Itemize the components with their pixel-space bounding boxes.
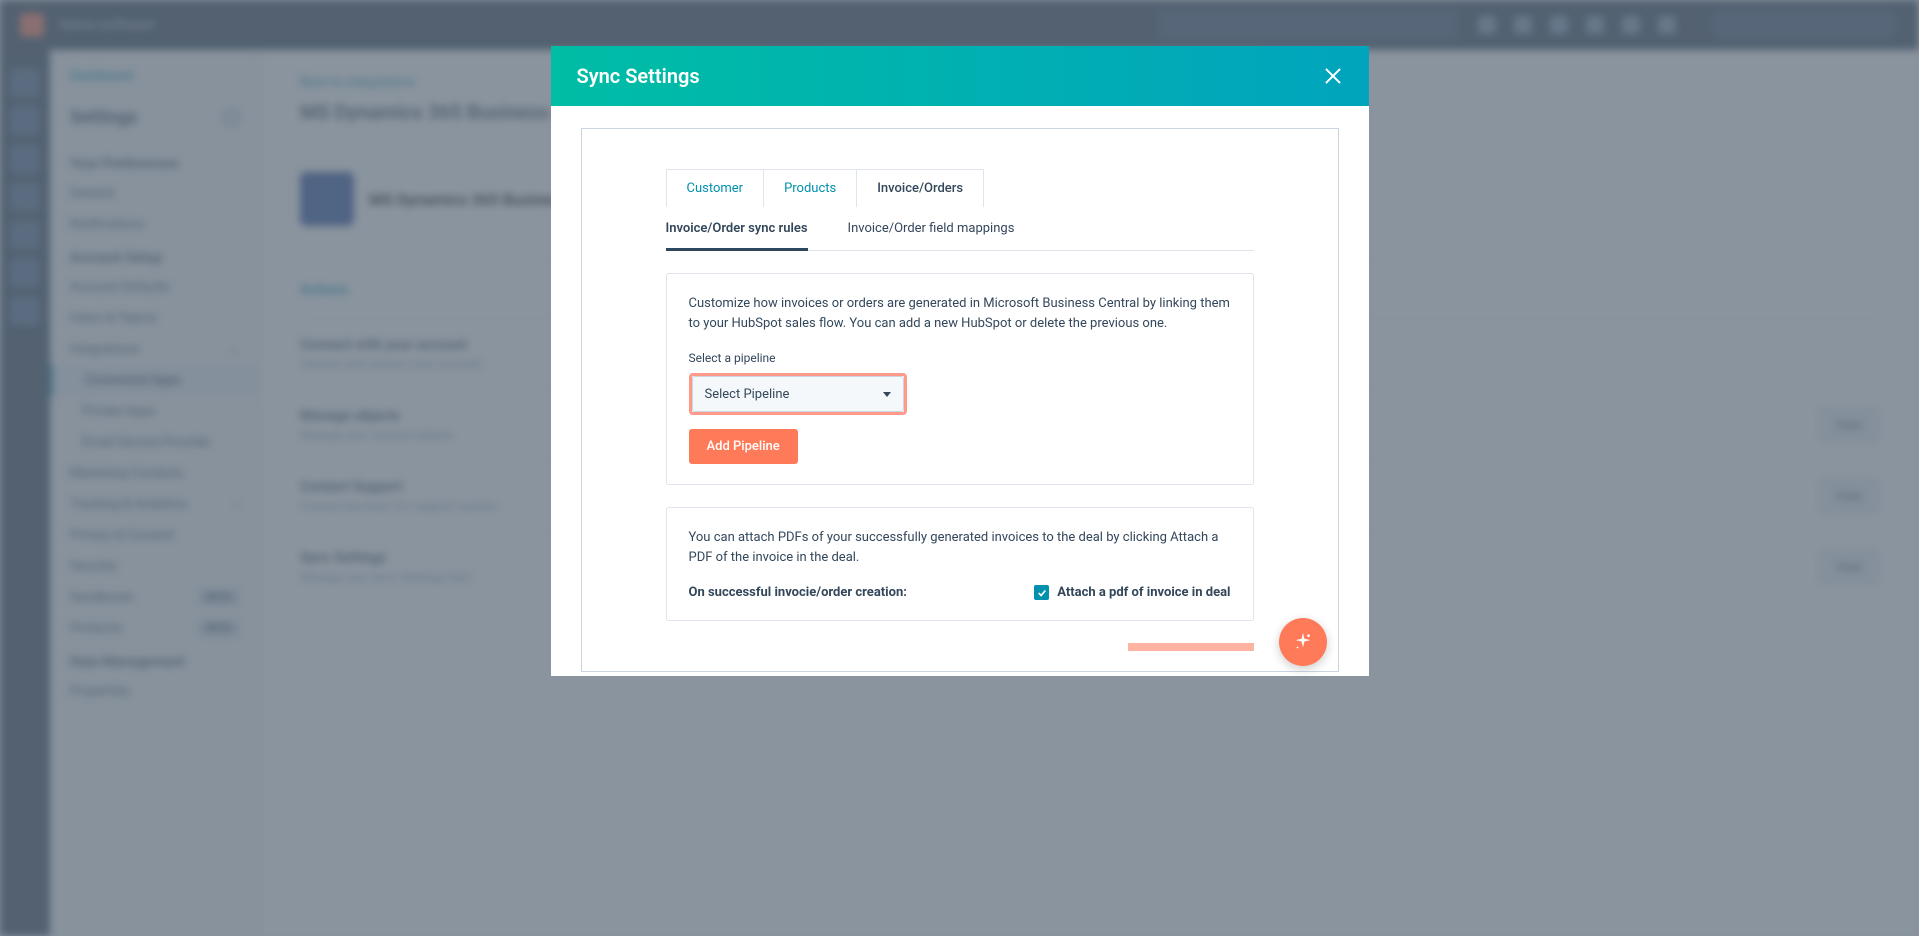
- tab-field-mappings[interactable]: Invoice/Order field mappings: [848, 207, 1015, 250]
- modal-title: Sync Settings: [577, 64, 700, 88]
- partial-save-button[interactable]: [1128, 643, 1254, 651]
- sparkle-icon: [1292, 631, 1314, 653]
- chevron-down-icon: [883, 392, 891, 397]
- checkbox-checked-icon[interactable]: [1034, 585, 1049, 600]
- tab-products[interactable]: Products: [764, 170, 857, 207]
- tab-invoice-orders[interactable]: Invoice/Orders: [857, 170, 983, 207]
- pdf-description: You can attach PDFs of your successfully…: [689, 528, 1231, 567]
- sync-object-tabs: Customer Products Invoice/Orders: [666, 169, 985, 207]
- pipeline-description: Customize how invoices or orders are gen…: [689, 294, 1231, 333]
- select-pipeline-dropdown[interactable]: Select Pipeline: [692, 376, 904, 412]
- tab-customer[interactable]: Customer: [667, 170, 765, 207]
- select-pipeline-value: Select Pipeline: [705, 387, 790, 402]
- modal-header: Sync Settings: [551, 46, 1369, 106]
- modal-scroll-frame[interactable]: Customer Products Invoice/Orders Invoice…: [581, 128, 1339, 672]
- success-label: On successful invocie/order creation:: [689, 585, 907, 600]
- select-pipeline-highlight: Select Pipeline: [689, 373, 907, 415]
- attach-pdf-checkbox-group[interactable]: Attach a pdf of invoice in deal: [1034, 585, 1230, 600]
- attach-pdf-label: Attach a pdf of invoice in deal: [1057, 585, 1230, 600]
- help-fab[interactable]: [1279, 618, 1327, 666]
- tab-sync-rules[interactable]: Invoice/Order sync rules: [666, 207, 808, 250]
- select-pipeline-label: Select a pipeline: [689, 351, 1231, 365]
- add-pipeline-button[interactable]: Add Pipeline: [689, 429, 798, 464]
- close-icon[interactable]: [1323, 66, 1343, 86]
- modal-body: Customer Products Invoice/Orders Invoice…: [551, 106, 1369, 700]
- pipeline-card: Customize how invoices or orders are gen…: [666, 273, 1254, 485]
- pdf-checkbox-row: On successful invocie/order creation: At…: [689, 585, 1231, 600]
- sync-sub-tabs: Invoice/Order sync rules Invoice/Order f…: [666, 207, 1254, 251]
- pdf-attach-card: You can attach PDFs of your successfully…: [666, 507, 1254, 621]
- sync-settings-modal: Sync Settings Customer Products Invoice/…: [551, 46, 1369, 676]
